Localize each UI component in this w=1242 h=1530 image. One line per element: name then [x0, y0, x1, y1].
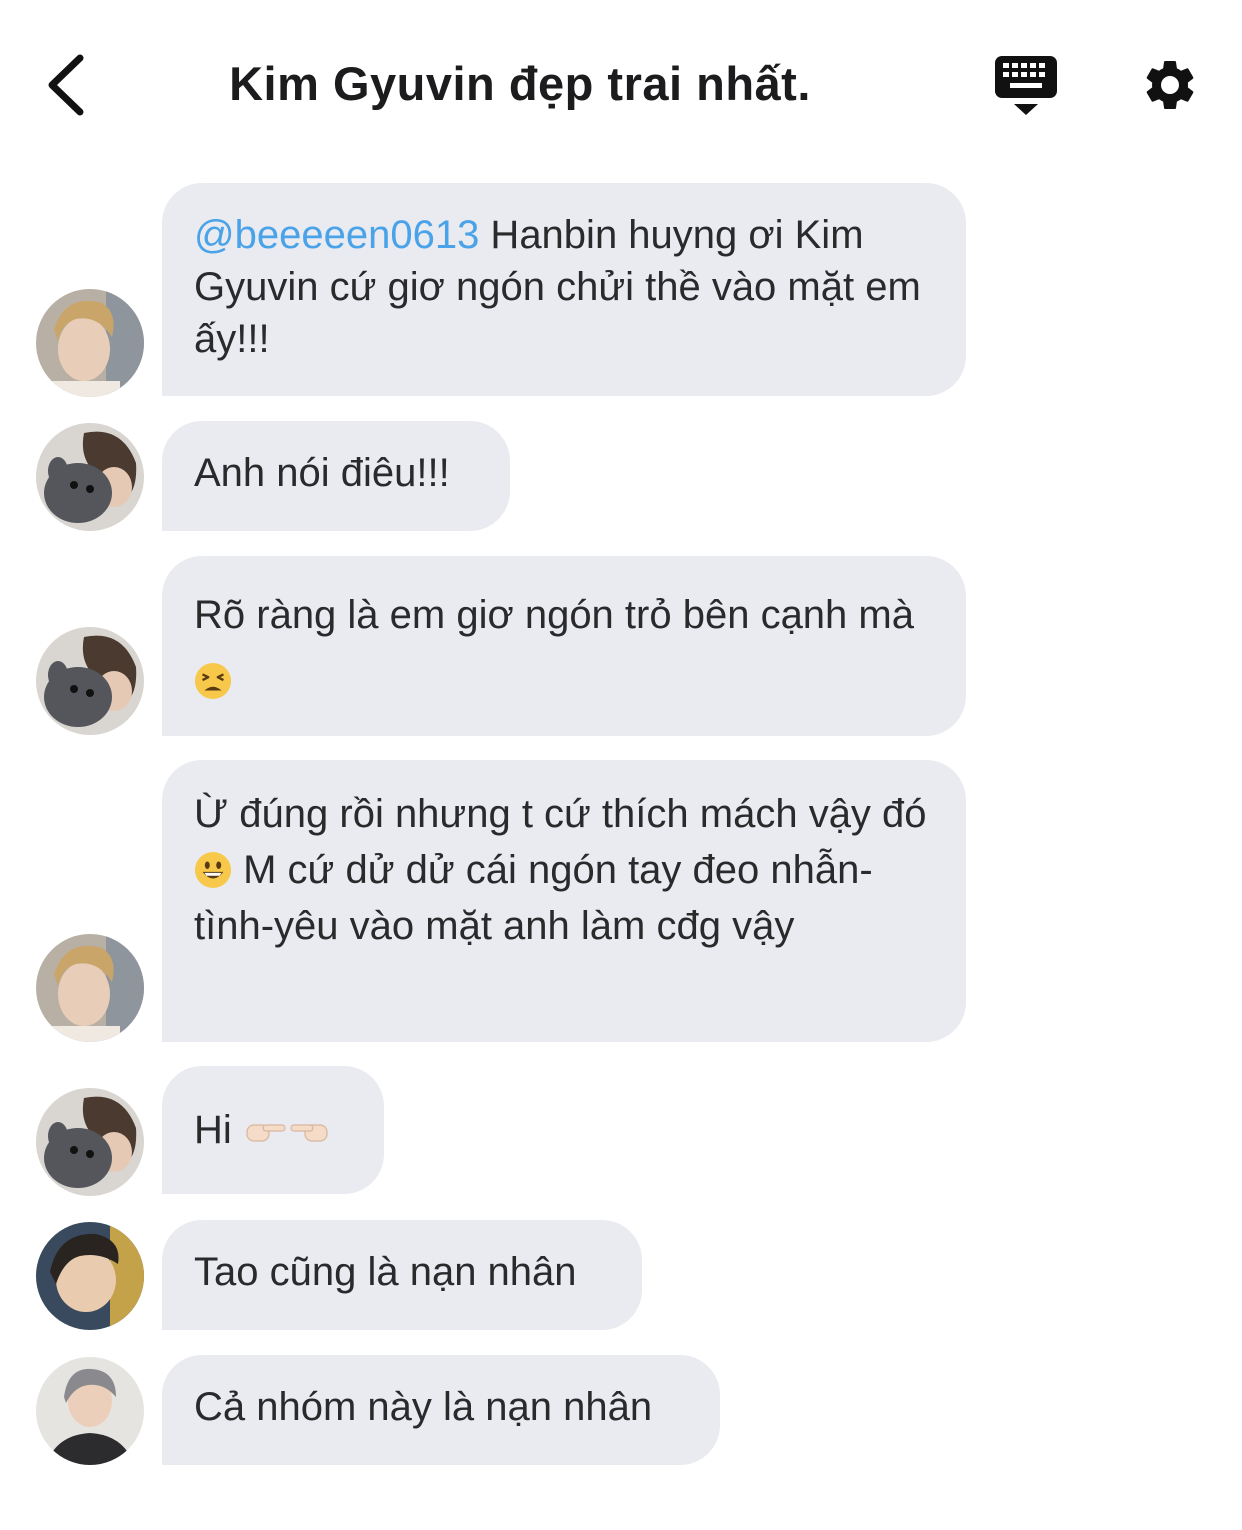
avatar[interactable]	[36, 423, 144, 531]
message-text: Tao cũng là nạn nhân	[194, 1250, 577, 1294]
message-bubble: @beeeeen0613 Hanbin huyng ơi Kim Gyuvin …	[162, 183, 966, 396]
message-text: Rõ ràng là em giơ ngón trỏ bên cạnh mà	[194, 593, 914, 637]
avatar-b-image	[36, 627, 144, 735]
tired-face-emoji	[194, 662, 232, 700]
avatar[interactable]	[36, 1088, 144, 1196]
chevron-left-icon	[48, 54, 84, 116]
message-text: Hi	[194, 1108, 243, 1152]
avatar-c-image	[36, 1222, 144, 1330]
grinning-face-emoji	[194, 851, 232, 889]
user-mention-link[interactable]: @beeeeen0613	[194, 213, 479, 257]
message-text: Anh nói điêu!!!	[194, 451, 450, 495]
keyboard-icon	[995, 56, 1057, 115]
pointing-fingers-emoji	[246, 1124, 328, 1142]
avatar[interactable]	[36, 1357, 144, 1465]
message-bubble: Tao cũng là nạn nhân	[162, 1220, 642, 1330]
message-bubble: Ừ đúng rồi nhưng t cứ thích mách vậy đó …	[162, 760, 966, 1042]
message-text: M cứ dử dử cái ngón tay đeo nhẫn-tình-yê…	[194, 848, 873, 948]
back-button[interactable]	[40, 50, 100, 120]
message-bubble: Rõ ràng là em giơ ngón trỏ bên cạnh mà	[162, 556, 966, 736]
avatar-a-image	[36, 289, 144, 397]
message-bubble: Hi	[162, 1066, 384, 1194]
keyboard-button[interactable]	[992, 54, 1060, 118]
chat-title: Kim Gyuvin đẹp trai nhất.	[229, 57, 811, 110]
avatar[interactable]	[36, 289, 144, 397]
message-bubble: Anh nói điêu!!!	[162, 421, 510, 531]
chat-header: Kim Gyuvin đẹp trai nhất.	[0, 0, 1242, 170]
avatar-d-image	[36, 1357, 144, 1465]
avatar[interactable]	[36, 1222, 144, 1330]
avatar-b-image	[36, 423, 144, 531]
gear-icon	[1146, 60, 1194, 109]
message-text: Ừ đúng rồi nhưng t cứ thích mách vậy đó	[194, 792, 927, 836]
message-text: Cả nhóm này là nạn nhân	[194, 1385, 653, 1429]
settings-button[interactable]	[1140, 55, 1200, 115]
avatar[interactable]	[36, 934, 144, 1042]
avatar-a-image	[36, 934, 144, 1042]
avatar-b-image	[36, 1088, 144, 1196]
message-bubble: Cả nhóm này là nạn nhân	[162, 1355, 720, 1465]
avatar[interactable]	[36, 627, 144, 735]
